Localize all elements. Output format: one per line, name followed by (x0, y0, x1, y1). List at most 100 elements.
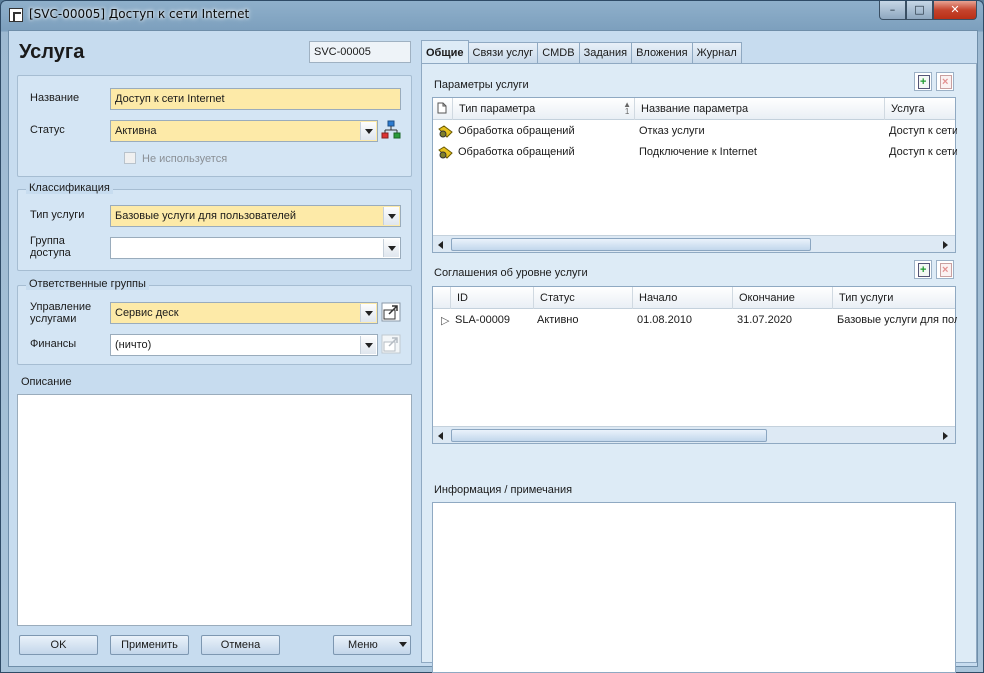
column-param-name[interactable]: Название параметра (635, 98, 885, 120)
finance-select[interactable]: (ничто) (110, 334, 378, 356)
notes-textarea[interactable] (432, 502, 956, 673)
delete-sla-icon (936, 260, 954, 279)
table-row[interactable]: ▷ SLA-00009 Активно 01.08.2010 31.07.202… (433, 310, 957, 330)
access-group-select[interactable] (110, 237, 401, 259)
sla-grid-header: ID Статус Начало Окончание Тип услуги (433, 287, 955, 309)
sla-horizontal-scrollbar[interactable] (433, 426, 955, 443)
description-label: Описание (21, 376, 72, 388)
service-code-field: SVC-00005 (309, 41, 411, 63)
sort-ascending-icon: ▲ 1 (623, 100, 631, 116)
menu-button[interactable]: Меню (333, 635, 411, 655)
general-group: Название Доступ к сети Internet Статус А… (17, 75, 412, 177)
tab-journal[interactable]: Журнал (691, 42, 742, 63)
sla-label: Соглашения об уровне услуги (434, 267, 588, 279)
service-form-panel: Услуга SVC-00005 Название Доступ к сети … (9, 31, 419, 668)
status-label: Статус (30, 124, 65, 136)
sla-grid: ID Статус Начало Окончание Тип услуги ▷ … (432, 286, 957, 444)
column-sla-type[interactable]: Тип услуги (833, 287, 957, 309)
param-row-icon (434, 121, 454, 141)
service-mgmt-select[interactable]: Сервис деск (110, 302, 378, 324)
cancel-button[interactable]: Отмена (201, 635, 280, 655)
status-select[interactable]: Активна (110, 120, 378, 142)
notes-label: Информация / примечания (434, 484, 573, 496)
open-group-disabled-icon (381, 334, 401, 354)
chevron-down-icon[interactable] (383, 239, 399, 257)
expand-row-icon[interactable]: ▷ (437, 310, 451, 330)
scroll-left-icon[interactable] (438, 241, 443, 249)
tab-page-general: Параметры услуги Тип параметра ▲1 Назван… (421, 63, 977, 673)
scrollbar-thumb[interactable] (451, 238, 811, 251)
access-group-label-line1: Группа (30, 235, 65, 247)
cell-param-type: Обработка обращений (458, 146, 575, 158)
chevron-down-icon[interactable] (383, 207, 399, 225)
ok-button[interactable]: OK (19, 635, 98, 655)
service-params-grid: Тип параметра ▲ 1 Название параметра Услу… (432, 97, 957, 253)
window-client-area: Услуга SVC-00005 Название Доступ к сети … (8, 30, 978, 673)
table-row[interactable]: Обработка обращений Подключение к Intern… (433, 142, 957, 162)
close-button[interactable]: ✕ (933, 1, 977, 20)
column-service[interactable]: Услуга (885, 98, 957, 120)
tab-cmdb[interactable]: CMDB (537, 42, 580, 63)
responsible-groups-legend: Ответственные группы (26, 278, 149, 290)
document-icon (433, 98, 453, 120)
column-sla-end[interactable]: Окончание (733, 287, 833, 309)
status-select-value: Активна (115, 125, 157, 137)
description-textarea[interactable] (17, 394, 412, 626)
cell-sla-status: Активно (537, 314, 579, 326)
row-indicator-header (433, 287, 451, 309)
tab-strip: Общие Связи услуг CMDB Задания Вложения … (421, 40, 742, 63)
tab-general[interactable]: Общие (421, 40, 469, 63)
status-workflow-icon[interactable] (381, 120, 401, 140)
tab-service-links[interactable]: Связи услуг (467, 42, 539, 63)
cell-param-name: Подключение к Internet (639, 146, 757, 158)
scroll-right-icon[interactable] (943, 432, 948, 440)
name-input[interactable]: Доступ к сети Internet (110, 88, 401, 110)
service-mgmt-value: Сервис деск (115, 307, 179, 319)
scroll-right-icon[interactable] (943, 241, 948, 249)
chevron-down-icon[interactable] (360, 304, 376, 322)
chevron-down-icon (399, 642, 407, 647)
service-type-select[interactable]: Базовые услуги для пользователей (110, 205, 401, 227)
name-label: Название (30, 92, 80, 104)
add-sla-icon[interactable] (914, 260, 932, 279)
details-panel: Общие Связи услуг CMDB Задания Вложения … (421, 31, 977, 673)
sort-order-label: 1 (624, 107, 630, 116)
open-group-icon[interactable] (381, 302, 401, 322)
service-mgmt-label-line1: Управление (30, 301, 92, 313)
cell-sla-type: Базовые услуги для пользователей (837, 314, 957, 326)
service-params-label: Параметры услуги (434, 79, 529, 91)
finance-label: Финансы (30, 338, 77, 350)
minimize-button[interactable]: – (879, 1, 906, 20)
menu-button-label: Меню (348, 639, 378, 651)
tab-attachments[interactable]: Вложения (631, 42, 693, 63)
cell-service: Доступ к сети Internet (889, 146, 957, 158)
params-horizontal-scrollbar[interactable] (433, 235, 955, 252)
cell-service: Доступ к сети Internet (889, 125, 957, 137)
column-sla-id[interactable]: ID (451, 287, 534, 309)
column-param-type[interactable]: Тип параметра ▲ 1 (453, 98, 635, 120)
cell-sla-end: 31.07.2020 (737, 314, 793, 326)
table-row[interactable]: Обработка обращений Отказ услуги Доступ … (433, 121, 957, 141)
service-mgmt-label-line2: услугами (30, 313, 77, 325)
params-grid-header: Тип параметра ▲ 1 Название параметра Услу… (433, 98, 955, 120)
title-bar[interactable]: [SVC-00005] Доступ к сети Internet – □ ✕ (1, 1, 983, 29)
classification-legend: Классификация (26, 182, 113, 194)
tab-tasks[interactable]: Задания (578, 42, 633, 63)
cell-sla-id: SLA-00009 (455, 314, 511, 326)
maximize-button[interactable]: □ (906, 1, 933, 20)
unused-label: Не используется (142, 153, 228, 165)
column-sla-start[interactable]: Начало (633, 287, 733, 309)
app-window-icon (9, 8, 23, 22)
apply-button[interactable]: Применить (110, 635, 189, 655)
service-window: [SVC-00005] Доступ к сети Internet – □ ✕… (0, 0, 984, 673)
scroll-left-icon[interactable] (438, 432, 443, 440)
column-sla-status[interactable]: Статус (534, 287, 633, 309)
responsible-groups-group: Ответственные группы Управление услугами… (17, 278, 412, 365)
window-title: [SVC-00005] Доступ к сети Internet (29, 7, 250, 21)
unused-checkbox[interactable] (124, 152, 136, 164)
scrollbar-thumb[interactable] (451, 429, 767, 442)
chevron-down-icon[interactable] (360, 336, 376, 354)
add-param-icon[interactable] (914, 72, 932, 91)
column-param-type-label: Тип параметра (459, 103, 536, 115)
chevron-down-icon[interactable] (360, 122, 376, 140)
